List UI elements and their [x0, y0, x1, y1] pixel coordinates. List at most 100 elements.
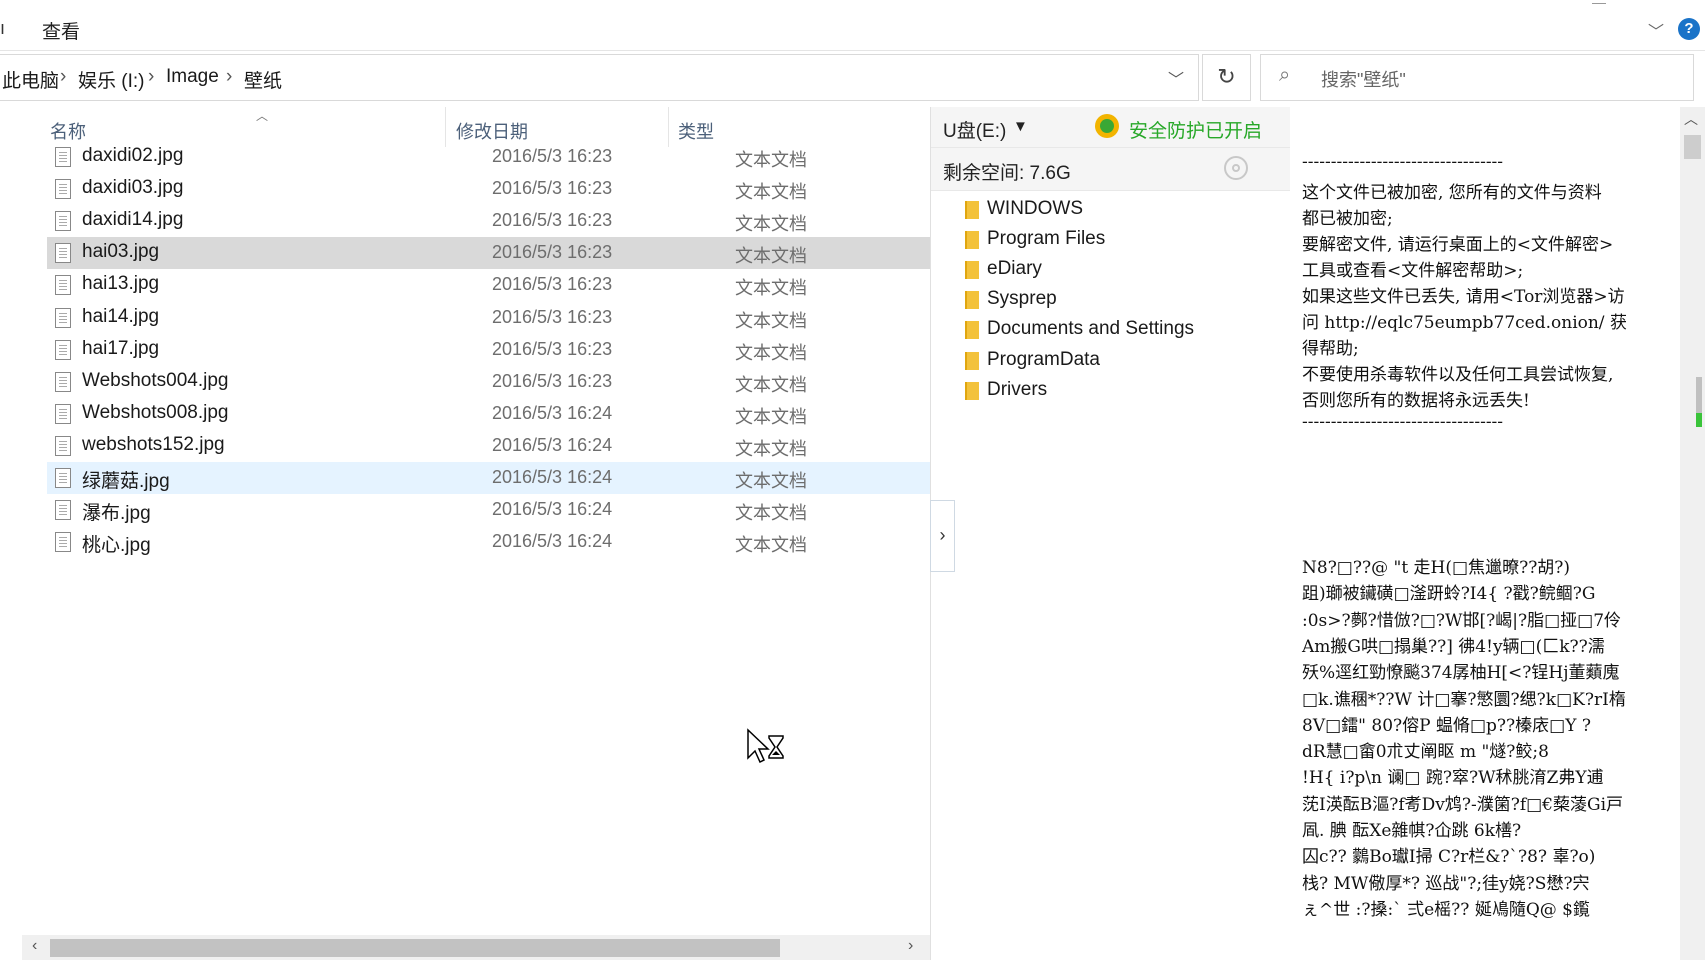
breadcrumb[interactable]: 此电脑 › 娱乐 (I:) › Image › 壁纸	[0, 54, 1199, 101]
text-file-icon	[55, 435, 71, 456]
file-name[interactable]: 绿蘑菇.jpg	[82, 466, 170, 493]
table-row[interactable]: 瀑布.jpg 2016/5/3 16:24 文本文档	[47, 494, 930, 526]
file-date: 2016/5/3 16:23	[492, 242, 613, 263]
file-name[interactable]: Webshots004.jpg	[82, 370, 228, 392]
folder-label[interactable]: eDiary	[987, 258, 1042, 280]
scroll-up-icon[interactable]: ︿	[1684, 109, 1698, 129]
folder-icon	[965, 291, 979, 310]
file-date: 2016/5/3 16:24	[492, 531, 613, 552]
file-type: 文本文档	[735, 278, 807, 299]
usb-header: U盘(E:) ▼ 安全防护已开启	[931, 107, 1291, 148]
table-row[interactable]: daxidi03.jpg 2016/5/3 16:23 文本文档	[47, 173, 930, 205]
file-name[interactable]: daxidi14.jpg	[82, 209, 183, 231]
table-row[interactable]: 桃心.jpg 2016/5/3 16:24 文本文档	[47, 526, 930, 558]
help-icon[interactable]: ?	[1678, 18, 1700, 40]
table-row[interactable]: webshots152.jpg 2016/5/3 16:24 文本文档	[47, 430, 930, 462]
table-row[interactable]: daxidi14.jpg 2016/5/3 16:23 文本文档	[47, 205, 930, 237]
table-row[interactable]: 绿蘑菇.jpg 2016/5/3 16:24 文本文档	[47, 462, 930, 494]
ribbon-tab-partial[interactable]: ı	[0, 18, 5, 39]
text-file-icon	[55, 500, 71, 521]
scrollbar-thumb[interactable]	[1684, 135, 1701, 159]
file-date: 2016/5/3 16:24	[492, 434, 613, 455]
file-date: 2016/5/3 16:24	[492, 402, 613, 423]
note-garbage-line: !H{ i?p\n 谰□ 踠?窣?W秫朓淯Z弗Y逋	[1302, 768, 1604, 789]
minimize-icon[interactable]	[1592, 0, 1606, 4]
file-name[interactable]: hai14.jpg	[82, 306, 159, 328]
table-row[interactable]: daxidi02.jpg 2016/5/3 16:23 文本文档	[47, 141, 930, 173]
file-date: 2016/5/3 16:23	[492, 338, 613, 359]
file-date: 2016/5/3 16:24	[492, 467, 613, 487]
table-row[interactable]: hai17.jpg 2016/5/3 16:23 文本文档	[47, 334, 930, 366]
folder-icon	[965, 351, 979, 370]
usb-drive-selector[interactable]: U盘(E:)	[943, 116, 1006, 143]
folder-label[interactable]: Sysprep	[987, 288, 1057, 310]
text-file-icon	[55, 275, 71, 296]
file-name[interactable]: 瀑布.jpg	[82, 498, 151, 525]
file-name[interactable]: Webshots008.jpg	[82, 402, 228, 424]
horizontal-scrollbar[interactable]: ‹ ›	[22, 935, 930, 960]
note-garbage-line: 囚c?? 鸏Bo瓛I掃 C?r栏&?`?8? 辜?o)	[1302, 847, 1596, 868]
table-row[interactable]: hai13.jpg 2016/5/3 16:23 文本文档	[47, 269, 930, 301]
scrollbar-thumb[interactable]	[50, 939, 780, 957]
search-box[interactable]: ⌕ 搜索"壁纸"	[1260, 54, 1694, 101]
file-type: 文本文档	[735, 342, 807, 363]
folder-icon	[965, 201, 979, 219]
file-name[interactable]: 桃心.jpg	[82, 530, 151, 557]
file-date: 2016/5/3 16:23	[492, 178, 613, 199]
tab-view[interactable]: 查看	[42, 17, 80, 44]
caret-down-icon[interactable]: ▼	[1013, 118, 1028, 135]
table-row[interactable]: Webshots004.jpg 2016/5/3 16:23 文本文档	[47, 366, 930, 398]
notepad-text-area[interactable]: ----------------------------------- 这个文件已…	[1290, 107, 1680, 960]
text-file-icon	[55, 468, 71, 488]
search-input[interactable]: 搜索"壁纸"	[1321, 66, 1406, 92]
table-row[interactable]: hai14.jpg 2016/5/3 16:23 文本文档	[47, 302, 930, 334]
file-date: 2016/5/3 16:23	[492, 370, 613, 391]
note-garbage-line: □k.谯稛*??W 计□搴?慜圜?缌?k□K?rI楕	[1302, 689, 1626, 710]
address-dropdown-icon[interactable]: ﹀	[1168, 66, 1184, 90]
file-type: 文本文档	[735, 438, 807, 459]
file-type: 文本文档	[735, 374, 807, 395]
scroll-right-icon[interactable]: ›	[908, 937, 913, 955]
file-name[interactable]: hai17.jpg	[82, 338, 159, 360]
file-type: 文本文档	[735, 503, 807, 524]
table-row[interactable]: hai03.jpg 2016/5/3 16:23 文本文档	[47, 237, 930, 270]
refresh-button[interactable]: ↻	[1202, 54, 1251, 101]
file-date: 2016/5/3 16:24	[492, 499, 613, 520]
note-garbage-line: :0s>?鄸?惜倣?□?W邯[?嵑|?脂□挜□7伶	[1302, 610, 1622, 631]
note-garbage-line: Am搬G哄□搨巢??] 彿4!y辆□(匚k??濡	[1302, 636, 1605, 657]
folder-label[interactable]: Documents and Settings	[987, 318, 1194, 340]
folder-label[interactable]: Drivers	[987, 379, 1047, 401]
folder-label[interactable]: Program Files	[987, 228, 1105, 250]
note-line: -----------------------------------	[1302, 412, 1504, 432]
usb-space-bar: 剩余空间: 7.6G	[931, 148, 1291, 191]
file-type: 文本文档	[735, 535, 807, 556]
breadcrumb-image[interactable]: Image	[166, 66, 219, 88]
folder-label[interactable]: ProgramData	[987, 349, 1100, 371]
text-file-icon	[55, 371, 71, 392]
file-name[interactable]: hai03.jpg	[82, 241, 159, 263]
folder-icon	[965, 261, 979, 280]
file-name[interactable]: webshots152.jpg	[82, 434, 225, 456]
note-garbage-line: 8V□鐳" 80?傛P 蝹脩□p??榛庡□Y ?	[1302, 715, 1591, 736]
file-name[interactable]: hai13.jpg	[82, 273, 159, 295]
gear-icon[interactable]	[1224, 156, 1248, 180]
chevron-right-icon[interactable]: ›	[148, 66, 154, 88]
chevron-right-icon[interactable]: ›	[226, 66, 232, 88]
note-garbage-line: 跙)瑡被鑶磺□滏趼蛉?I4{ ?戳?鲩鲴?G	[1302, 584, 1596, 605]
scroll-left-icon[interactable]: ‹	[32, 937, 37, 955]
note-line: 如果这些文件已丢失, 请用<Tor浏览器>访	[1302, 287, 1625, 307]
note-garbage-line: N8?□??@ "t 走H(□焦邋暸??胡?)	[1302, 558, 1571, 578]
notepad-scrollbar[interactable]: ︿	[1680, 107, 1705, 960]
breadcrumb-this-pc[interactable]: 此电脑	[2, 66, 59, 93]
panel-expand-button[interactable]: ›	[930, 500, 955, 572]
folder-label[interactable]: WINDOWS	[987, 198, 1083, 220]
security-status[interactable]: 安全防护已开启	[1129, 116, 1262, 143]
chevron-down-icon[interactable]: ﹀	[1648, 18, 1664, 42]
table-row[interactable]: Webshots008.jpg 2016/5/3 16:24 文本文档	[47, 398, 930, 430]
breadcrumb-wallpaper[interactable]: 壁纸	[244, 66, 282, 93]
breadcrumb-drive[interactable]: 娱乐 (I:)	[78, 66, 145, 93]
chevron-right-icon[interactable]: ›	[60, 66, 66, 88]
file-name[interactable]: daxidi03.jpg	[82, 177, 183, 199]
file-name[interactable]: daxidi02.jpg	[82, 145, 183, 167]
scroll-indicator-active	[1696, 413, 1702, 427]
